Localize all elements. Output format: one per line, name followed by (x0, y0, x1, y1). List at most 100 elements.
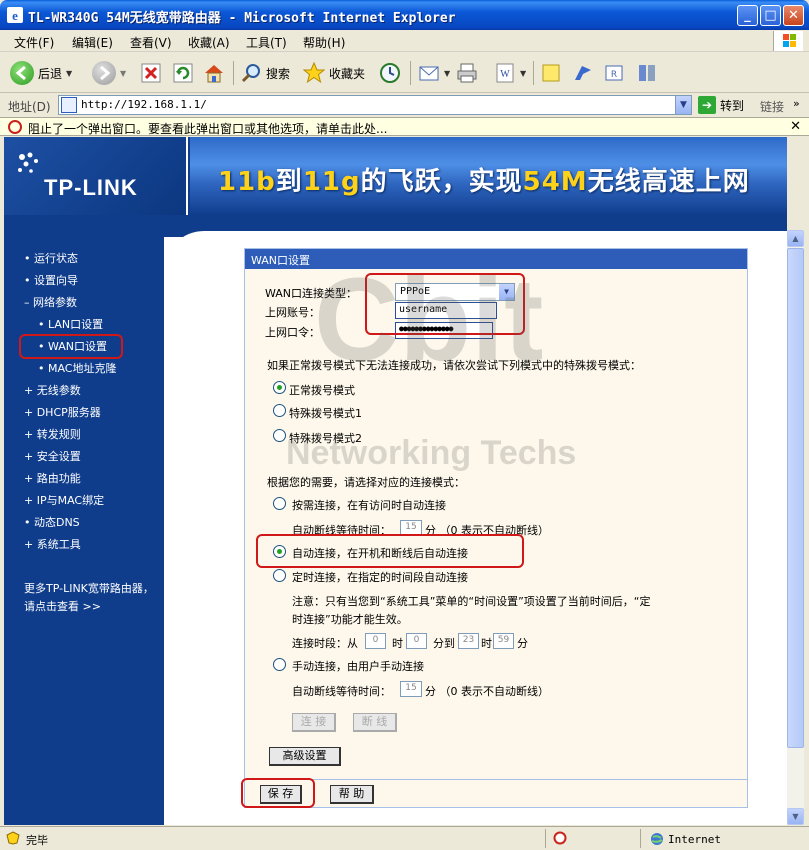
close-button[interactable]: ✕ (783, 5, 804, 26)
menu-view[interactable]: 查看(V) (130, 34, 172, 51)
account-label: 上网账号： (265, 306, 320, 319)
idle-time-label-2: 自动断线等待时间： (292, 685, 391, 698)
forward-button[interactable]: ▼ (92, 59, 126, 87)
edit-button[interactable]: W ▼ (494, 59, 526, 87)
address-input[interactable]: http://192.168.1.1/ ▼ (58, 95, 692, 115)
dial-mode-special1-radio[interactable] (273, 404, 286, 417)
period-end-minute[interactable]: 59 (493, 633, 514, 649)
sidebar-item-system[interactable]: + 系统工具 (24, 536, 81, 552)
word-icon: W (496, 63, 514, 83)
timed-connect-label[interactable]: 定时连接，在指定的时间段自动连接 (292, 569, 468, 585)
period-unit: 分到 (433, 637, 455, 650)
sidebar-item-mac-clone[interactable]: • MAC地址克隆 (38, 360, 117, 376)
sidebar-item-ddns[interactable]: • 动态DNS (24, 514, 80, 530)
dial-mode-normal-radio[interactable] (273, 381, 286, 394)
print-button[interactable] (456, 59, 478, 87)
popup-blocker-bar[interactable]: 阻止了一个弹出窗口。要查看此弹出窗口或其他选项，请单击此处... ✕ (0, 117, 809, 136)
globe-icon (651, 833, 663, 845)
slogan-part: 无线高速上网 (587, 167, 750, 197)
period-start-minute[interactable]: 0 (406, 633, 427, 649)
banner: TP-LINK 11b到11g的飞跃，实现54M无线高速上网 (4, 137, 787, 215)
windows-flag-icon (783, 34, 796, 47)
logo-area: TP-LINK (4, 137, 188, 215)
address-url[interactable]: http://192.168.1.1/ (81, 98, 207, 111)
page-icon (61, 97, 77, 113)
help-button[interactable]: 帮 助 (330, 785, 374, 804)
sidebar-item-wireless[interactable]: + 无线参数 (24, 382, 81, 398)
mail-button[interactable]: ▼ (418, 59, 450, 87)
popup-blocker-text[interactable]: 阻止了一个弹出窗口。要查看此弹出窗口或其他选项，请单击此处... (28, 120, 387, 137)
window-title: TL-WR340G 54M无线宽带路由器 - Microsoft Interne… (28, 11, 456, 26)
more-products-link[interactable]: 更多TP-LINK宽带路由器，请点击查看 >> (24, 580, 154, 616)
mail-dropdown-icon[interactable]: ▼ (444, 69, 450, 78)
slogan-part: 到 (275, 167, 303, 197)
period-end-hour[interactable]: 23 (458, 633, 479, 649)
sidebar-item-dhcp[interactable]: + DHCP服务器 (24, 404, 101, 420)
menu-favorites[interactable]: 收藏(A) (188, 34, 230, 51)
go-button[interactable]: ➔ 转到 (698, 96, 744, 114)
forward-arrow-icon (92, 61, 116, 85)
sidebar-item-lan[interactable]: • LAN口设置 (38, 316, 103, 332)
menu-help[interactable]: 帮助(H) (303, 34, 345, 51)
menu-tools[interactable]: 工具(T) (246, 34, 287, 51)
discuss-button[interactable] (540, 59, 562, 87)
menu-file[interactable]: 文件(F) (14, 34, 54, 51)
research-button[interactable]: R (604, 59, 626, 87)
sidebar-item-status[interactable]: • 运行状态 (24, 250, 78, 266)
menu-edit[interactable]: 编辑(E) (72, 34, 113, 51)
media-icon (639, 65, 655, 81)
password-label: 上网口令： (265, 326, 320, 339)
dial-mode-normal-label[interactable]: 正常拨号模式 (289, 382, 355, 398)
messenger-icon (575, 66, 591, 80)
sidebar-item-routing[interactable]: + 路由功能 (24, 470, 81, 486)
on-demand-radio[interactable] (273, 497, 286, 510)
sidebar-item-forwarding[interactable]: + 转发规则 (24, 426, 81, 442)
connect-button[interactable]: 连 接 (292, 713, 336, 732)
history-icon (380, 63, 400, 83)
highlight-wan-item (19, 334, 123, 359)
forward-dropdown-icon[interactable]: ▼ (120, 69, 126, 78)
sidebar-item-ip-mac[interactable]: + IP与MAC绑定 (24, 492, 104, 508)
timed-connect-radio[interactable] (273, 569, 286, 582)
home-button[interactable] (203, 59, 225, 87)
disconnect-button[interactable]: 断 线 (353, 713, 397, 732)
favorites-button[interactable]: 收藏夹 (303, 59, 365, 87)
history-button[interactable] (379, 59, 401, 87)
edit-dropdown-icon[interactable]: ▼ (520, 69, 526, 78)
dial-mode-special2-label[interactable]: 特殊拨号模式2 (289, 430, 362, 446)
period-unit: 时 (392, 637, 403, 650)
scroll-down-icon[interactable]: ▼ (787, 808, 804, 825)
sidebar-item-network[interactable]: – 网络参数 (24, 294, 77, 310)
links-button[interactable]: 链接 (760, 98, 784, 115)
highlight-auto-connect (256, 534, 524, 568)
address-dropdown-icon[interactable]: ▼ (675, 96, 691, 114)
minimize-button[interactable]: _ (737, 5, 758, 26)
slogan-part: 54M (522, 167, 588, 197)
on-demand-label[interactable]: 按需连接，在有访问时自动连接 (292, 497, 446, 513)
media-button[interactable] (636, 59, 658, 87)
scroll-thumb[interactable] (787, 248, 804, 748)
timed-note-line1: 注意：只有当您到“系统工具”菜单的“时间设置”项设置了当前时间后，“定 (292, 595, 651, 608)
back-dropdown-icon[interactable]: ▼ (66, 69, 72, 78)
period-start-hour[interactable]: 0 (365, 633, 386, 649)
manual-connect-label[interactable]: 手动连接，由用户手动连接 (292, 658, 424, 674)
sidebar-item-security[interactable]: + 安全设置 (24, 448, 81, 464)
dial-mode-special2-radio[interactable] (273, 429, 286, 442)
dial-mode-special1-label[interactable]: 特殊拨号模式1 (289, 405, 362, 421)
manual-connect-radio[interactable] (273, 658, 286, 671)
sidebar-item-wizard[interactable]: • 设置向导 (24, 272, 78, 288)
scroll-up-icon[interactable]: ▲ (787, 230, 804, 247)
stop-button[interactable] (140, 59, 162, 87)
advanced-settings-button[interactable]: 高级设置 (269, 747, 341, 766)
maximize-button[interactable]: □ (760, 5, 781, 26)
search-button[interactable]: 搜索 (240, 59, 290, 87)
chevron-right-icon[interactable]: » (793, 97, 800, 110)
go-label: 转到 (720, 98, 745, 113)
close-icon[interactable]: ✕ (790, 119, 801, 134)
idle-time-input-2[interactable]: 15 (400, 681, 422, 697)
back-button[interactable]: 后退 ▼ (10, 59, 72, 87)
vertical-scrollbar[interactable]: ▲ ▼ (787, 230, 804, 825)
refresh-button[interactable] (172, 59, 194, 87)
status-text: 完毕 (26, 834, 48, 847)
messenger-button[interactable] (572, 59, 594, 87)
